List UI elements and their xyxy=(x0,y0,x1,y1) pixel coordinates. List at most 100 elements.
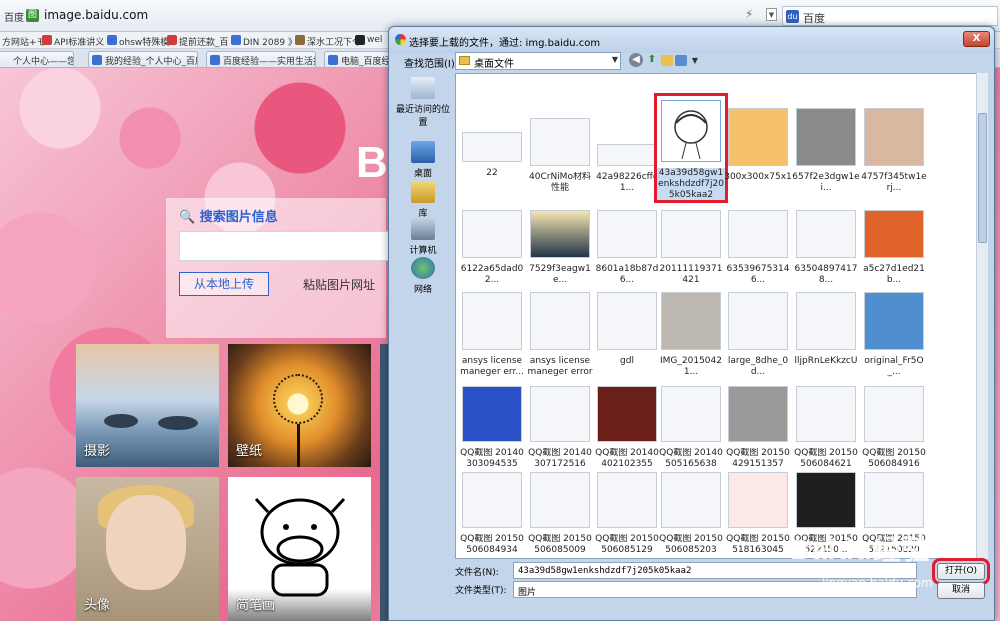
bookmark-item[interactable]: 深水工况下令 xyxy=(307,35,361,48)
url-field[interactable]: image.baidu.com xyxy=(44,8,148,22)
file-item[interactable]: 635396753146... xyxy=(724,210,792,286)
file-item[interactable]: 635048974178... xyxy=(792,210,860,286)
network-icon xyxy=(411,257,435,279)
open-button[interactable]: 打开(O) xyxy=(932,558,990,585)
file-name: IMG_20150421... xyxy=(660,356,722,377)
place-desktop[interactable]: 桌面 xyxy=(392,141,454,179)
tab-baidu-experience[interactable]: 百度经验——实用生活指 xyxy=(206,51,316,67)
tile-photography[interactable]: 摄影 xyxy=(76,344,219,467)
folder-icon xyxy=(459,56,470,65)
file-item[interactable]: IMG_20150421... xyxy=(657,292,725,378)
new-folder-icon[interactable] xyxy=(661,55,673,66)
file-thumbnail xyxy=(530,386,590,442)
file-item[interactable]: a5c27d1ed21b... xyxy=(860,210,928,286)
file-item[interactable]: QQ截图 20140307172516 xyxy=(526,386,594,470)
file-thumbnail xyxy=(864,472,924,528)
bookmark-item[interactable]: API标准讲义 xyxy=(54,35,104,48)
recent-places-icon xyxy=(411,77,435,99)
tab-personal-center[interactable]: 个人中心——您在百 xyxy=(0,51,74,67)
file-thumbnail xyxy=(597,144,657,166)
tab-my-experience[interactable]: 我的经验_个人中心_百度 xyxy=(88,51,198,67)
search-title: 🔍 搜索图片信息 xyxy=(179,210,278,225)
watermark-url: jingyan.baidu.com xyxy=(822,576,933,590)
file-item[interactable]: QQ截图 20150506084621 xyxy=(792,386,860,470)
bookmark-icon xyxy=(107,35,117,45)
lightning-icon[interactable]: ⚡ xyxy=(745,7,753,21)
file-thumbnail xyxy=(864,210,924,258)
file-name: large_8dhe_0d... xyxy=(727,356,789,377)
file-item[interactable]: ansys license maneger error xyxy=(526,292,594,378)
file-item[interactable]: 4757f345tw1erj... xyxy=(860,108,928,194)
file-item[interactable]: 300x300x75x1 xyxy=(724,108,792,194)
image-url-input[interactable] xyxy=(179,231,389,261)
file-thumbnail xyxy=(864,386,924,442)
file-item[interactable]: 8601a18b87d6... xyxy=(593,210,661,286)
lookin-label: 查找范围(I): xyxy=(404,59,459,70)
up-folder-icon[interactable]: ⬆ xyxy=(645,53,659,67)
file-item[interactable]: QQ截图 20150429151357 xyxy=(724,386,792,470)
file-item[interactable]: lljpRnLeKkzcU xyxy=(792,292,860,378)
bookmark-item[interactable]: DIN 2089 》 xyxy=(243,35,297,48)
file-item[interactable]: 657f2e3dgw1ei... xyxy=(792,108,860,194)
view-menu-icon[interactable] xyxy=(675,55,687,66)
file-name: QQ截图 20140402102355 xyxy=(595,448,659,469)
file-item[interactable]: original_Fr5O_... xyxy=(860,292,928,378)
dropdown-icon[interactable]: ▼ xyxy=(766,8,777,21)
file-item[interactable]: 20111119371421 xyxy=(657,210,725,286)
file-item[interactable]: QQ截图 20140303094535 xyxy=(458,386,526,470)
file-item[interactable]: 6122a65dad02... xyxy=(458,210,526,286)
file-item[interactable]: QQ截图 20150506085009 xyxy=(526,472,594,556)
file-item[interactable]: QQ截图 20150506084934 xyxy=(458,472,526,556)
close-button[interactable]: X xyxy=(963,31,990,47)
place-recent[interactable]: 最近访问的位置 xyxy=(392,77,454,128)
file-item[interactable]: large_8dhe_0d... xyxy=(724,292,792,378)
place-computer[interactable]: 计算机 xyxy=(392,218,454,256)
tab-computer[interactable]: 电脑_百度经 xyxy=(324,51,394,67)
library-icon xyxy=(411,181,435,203)
chevron-down-icon[interactable]: ▼ xyxy=(688,54,702,68)
file-name: 4757f345tw1erj... xyxy=(861,172,927,193)
image-search-panel: 🔍 搜索图片信息 从本地上传 粘贴图片网址 xyxy=(166,198,389,338)
stem-shape xyxy=(297,424,300,467)
file-item[interactable]: QQ截图 20150518163045 xyxy=(724,472,792,556)
bookmark-item[interactable]: 提前还款_百 xyxy=(179,35,229,48)
bookmark-item[interactable]: 方网站+モ xyxy=(2,35,46,48)
file-item[interactable]: 40CrNiMo材料性能 xyxy=(526,118,594,194)
file-item[interactable]: QQ截图 20140402102355 xyxy=(593,386,661,470)
lookin-select[interactable]: 桌面文件 ▼ xyxy=(455,52,621,70)
computer-icon xyxy=(411,218,435,240)
file-item-selected[interactable]: 43a39d58gw1enkshdzdf7j205k05kaa2 xyxy=(654,93,728,203)
place-label: 计算机 xyxy=(409,246,437,256)
place-library[interactable]: 库 xyxy=(392,181,454,219)
file-thumbnail xyxy=(864,292,924,350)
file-item[interactable]: QQ截图 20150506084916 xyxy=(860,386,928,470)
file-item[interactable]: ansys license maneger err... xyxy=(458,292,526,378)
file-item[interactable]: QQ截图 20150506085203 xyxy=(657,472,725,556)
upload-local-button[interactable]: 从本地上传 xyxy=(179,272,269,296)
file-thumbnail xyxy=(728,108,788,166)
bookmark-icon xyxy=(295,35,305,45)
browser-search-box[interactable]: du 百度 xyxy=(782,6,998,26)
dialog-titlebar[interactable]: 选择要上载的文件，通过: img.baidu.com X xyxy=(389,27,994,53)
file-item[interactable]: 22 xyxy=(458,118,526,190)
file-item[interactable]: 7529f3eagw1e... xyxy=(526,210,594,286)
file-thumbnail xyxy=(661,210,721,258)
bookmark-item[interactable]: wel xyxy=(367,35,382,45)
back-icon[interactable]: ◀ xyxy=(629,53,643,67)
file-item[interactable]: QQ截图 20150506085129 xyxy=(593,472,661,556)
tab-label: 我的经验_个人中心_百度 xyxy=(105,57,198,67)
tile-sketch[interactable]: 简笔画 xyxy=(228,477,371,621)
file-list-scrollbar[interactable] xyxy=(976,73,988,559)
tile-wallpaper[interactable]: 壁纸 xyxy=(228,344,371,467)
file-thumbnail xyxy=(462,292,522,350)
file-item[interactable]: QQ截图 20140505165638 xyxy=(657,386,725,470)
place-network[interactable]: 网络 xyxy=(392,257,454,295)
tile-avatar[interactable]: 头像 xyxy=(76,477,219,621)
file-item[interactable]: 42a98226cffc1... xyxy=(593,118,661,194)
file-thumbnail xyxy=(728,292,788,350)
chevron-down-icon: ▼ xyxy=(611,55,618,64)
cancel-button[interactable]: 取消 xyxy=(937,582,985,599)
bookmark-item[interactable]: ohsw特殊模 xyxy=(119,35,169,48)
scrollbar-thumb[interactable] xyxy=(978,113,987,243)
file-item[interactable]: gdl xyxy=(593,292,661,378)
